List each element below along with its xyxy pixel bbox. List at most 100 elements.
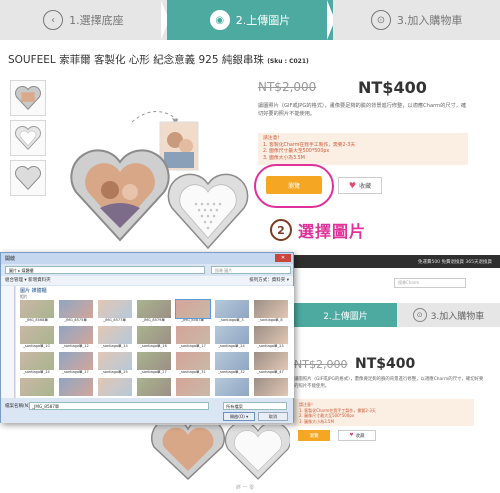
file-thumbnail[interactable]: _santiago單_16 bbox=[135, 326, 172, 350]
file-grid: _JMG_8568單 _JMG_8575單 _JMG_8577單 _JMG_8579單… bbox=[16, 299, 294, 398]
file-thumbnail[interactable]: _santiago單_10 bbox=[18, 326, 55, 350]
photo-thumbnail-image bbox=[58, 378, 93, 396]
lower-step-3[interactable]: ⊙ 3.加入購物車 bbox=[397, 303, 500, 327]
file-thumbnail[interactable]: _santiago單_47 bbox=[252, 352, 289, 376]
photo-thumbnail-image bbox=[253, 300, 288, 318]
notice-line: 3. 圖像大小為3.5M bbox=[263, 155, 305, 161]
file-thumbnail[interactable]: _santiago單_17 bbox=[174, 326, 211, 350]
file-name: _JMG_8577單 bbox=[103, 318, 126, 322]
lower-notice-box: 請注意！ 1. 客製化Charm在我手工製作，需要2-3天 2. 圖像尺寸最大至… bbox=[294, 399, 474, 426]
file-thumbnail[interactable]: _santiago單_31 bbox=[174, 352, 211, 376]
file-name: _santiago單_24 bbox=[218, 344, 245, 348]
dialog-footer: 檔案名稱(N): _JMG_8587單 所有檔案 開啟(O) ▾ 取消 bbox=[1, 399, 293, 423]
photo-thumbnail-image bbox=[253, 378, 288, 396]
file-thumbnail[interactable] bbox=[174, 378, 211, 398]
lower-favorite-label: 收藏 bbox=[355, 433, 365, 439]
lower-description: 讓圖照片（GIF或JPG的格式），畫像要足夠的臉的背景進行修整，以適應Charm… bbox=[294, 377, 484, 389]
filetype-select[interactable]: 所有檔案 bbox=[223, 402, 287, 410]
cart-icon: ⊙ bbox=[370, 10, 391, 30]
file-thumbnail[interactable]: _santiago單_17 bbox=[57, 352, 94, 376]
thumbnail-plain-charm[interactable] bbox=[10, 160, 46, 196]
file-name: _santiago單_32 bbox=[218, 370, 245, 374]
image-icon: ◉ bbox=[209, 10, 230, 30]
upload-photo-button[interactable]: 瀏覽 bbox=[266, 176, 322, 194]
file-name: _santiago單_14 bbox=[101, 344, 128, 348]
product-title: SOUFEEL 索菲爾 客製化 心形 紀念意義 925 純銀串珠 (Sku : … bbox=[8, 52, 309, 67]
photo-thumbnail-image bbox=[97, 378, 132, 396]
file-name: _santiago單_17 bbox=[179, 344, 206, 348]
file-thumbnail[interactable]: _JMG_8577單 bbox=[96, 300, 133, 324]
file-thumbnail[interactable]: _santiago單_12 bbox=[57, 326, 94, 350]
file-thumbnail[interactable]: _santiago單_14 bbox=[18, 352, 55, 376]
file-thumbnail[interactable] bbox=[213, 378, 250, 398]
photo-thumbnail-image bbox=[214, 300, 249, 318]
file-thumbnail[interactable] bbox=[57, 378, 94, 398]
file-thumbnail[interactable] bbox=[96, 378, 133, 398]
dialog-sort[interactable]: 排列方式：資料夾 ▾ bbox=[249, 277, 289, 284]
file-thumbnail[interactable]: _JMG_8587單 bbox=[174, 299, 211, 324]
filename-input[interactable]: _JMG_8587單 bbox=[29, 402, 209, 410]
file-thumbnail[interactable]: _santiago單_3 bbox=[213, 300, 250, 324]
file-thumbnail[interactable] bbox=[135, 378, 172, 398]
lower-step-3-label: 3.加入購物車 bbox=[430, 311, 485, 322]
file-thumbnail[interactable] bbox=[18, 378, 55, 398]
cart-icon: ⊙ bbox=[412, 308, 427, 322]
dialog-search-input[interactable]: 搜尋 圖片 bbox=[211, 266, 291, 274]
original-price: NT$2,000 bbox=[258, 80, 317, 94]
file-open-dialog: 開啟 ✕ 圖片 ▸ 媒體櫃 搜尋 圖片 組合管理 ▾ 新增資料夾 排列方式：資料… bbox=[0, 252, 294, 423]
step-3-label: 3.加入購物車 bbox=[396, 14, 463, 27]
library-header: 圖片 媒體櫃 相片 bbox=[16, 286, 294, 299]
photo-thumbnail-image bbox=[97, 326, 132, 344]
file-thumbnail[interactable]: _JMG_8568單 bbox=[18, 300, 55, 324]
photo-thumbnail-image bbox=[174, 299, 211, 319]
lower-original-price: NT$2,000 bbox=[294, 358, 348, 371]
file-name: _santiago單_31 bbox=[179, 370, 206, 374]
close-icon[interactable]: ✕ bbox=[275, 254, 291, 262]
cancel-button[interactable]: 取消 bbox=[258, 412, 288, 421]
notice-line: 3. 圖像大小為3.5M bbox=[299, 418, 334, 424]
file-name: _JMG_8568單 bbox=[25, 318, 48, 322]
photo-thumbnail-image bbox=[19, 352, 54, 370]
file-thumbnail[interactable]: _JMG_8575單 bbox=[57, 300, 94, 324]
product-main-image bbox=[70, 111, 249, 250]
dialog-nav-pane[interactable] bbox=[1, 286, 15, 398]
step-number-badge: 2 bbox=[270, 219, 292, 241]
favorite-button[interactable]: ♥ 收藏 bbox=[338, 177, 382, 194]
lower-favorite-button[interactable]: ♥ 收藏 bbox=[338, 430, 376, 441]
file-thumbnail[interactable]: _santiago單_32 bbox=[213, 352, 250, 376]
file-thumbnail[interactable]: _santiago單_27 bbox=[135, 352, 172, 376]
lower-step-2[interactable]: 2.上傳圖片 bbox=[294, 303, 397, 327]
file-thumbnail[interactable]: _santiago單_24 bbox=[213, 326, 250, 350]
notice-box: 請注意！ 1. 客製化Charm在我手工製作，需要2-3天 2. 圖像尺寸最大至… bbox=[258, 133, 468, 165]
dialog-path[interactable]: 圖片 ▸ 媒體櫃 bbox=[5, 266, 205, 274]
photo-thumbnail-image bbox=[19, 326, 54, 344]
lower-top-bar: 免運費500 免費退換貨 365天退換貨 bbox=[294, 255, 500, 268]
file-thumbnail[interactable]: _santiago單_25 bbox=[96, 352, 133, 376]
photo-thumbnail-image bbox=[175, 352, 210, 370]
product-sku: (Sku : C021) bbox=[267, 58, 309, 65]
file-thumbnail[interactable]: _JMG_8579單 bbox=[135, 300, 172, 324]
lower-sale-price: NT$400 bbox=[355, 356, 416, 372]
file-thumbnail[interactable]: _santiago單_25 bbox=[252, 326, 289, 350]
photo-thumbnail-image bbox=[58, 300, 93, 318]
lower-search-input[interactable]: 搜尋Charm bbox=[394, 278, 466, 288]
file-thumbnail[interactable]: _santiago單_14 bbox=[96, 326, 133, 350]
step-2[interactable]: ◉ 2.上傳圖片 bbox=[166, 0, 336, 40]
lower-step-2-label: 2.上傳圖片 bbox=[323, 311, 368, 322]
lower-upload-button[interactable]: 瀏覽 bbox=[298, 430, 330, 441]
open-button[interactable]: 開啟(O) ▾ bbox=[223, 412, 255, 421]
file-name: _santiago單_12 bbox=[62, 344, 89, 348]
file-thumbnail[interactable] bbox=[252, 378, 289, 398]
file-thumbnail[interactable]: _santiago單_8 bbox=[252, 300, 289, 324]
thumbnail-crystal-charm[interactable] bbox=[10, 120, 46, 156]
photo-thumbnail-image bbox=[136, 326, 171, 344]
photo-thumbnail-image bbox=[58, 352, 93, 370]
dialog-toolbar-actions[interactable]: 組合管理 ▾ 新增資料夾 bbox=[5, 277, 51, 284]
step-1-label: 1.選擇底座 bbox=[69, 14, 124, 27]
step-1[interactable]: ‹ 1.選擇底座 bbox=[0, 0, 169, 40]
photo-thumbnail-image bbox=[214, 378, 249, 396]
step-3[interactable]: ⊙ 3.加入購物車 bbox=[333, 0, 500, 40]
photo-thumbnail-image bbox=[97, 300, 132, 318]
file-name: _santiago單_25 bbox=[101, 370, 128, 374]
thumbnail-photo-charm[interactable] bbox=[10, 80, 46, 116]
